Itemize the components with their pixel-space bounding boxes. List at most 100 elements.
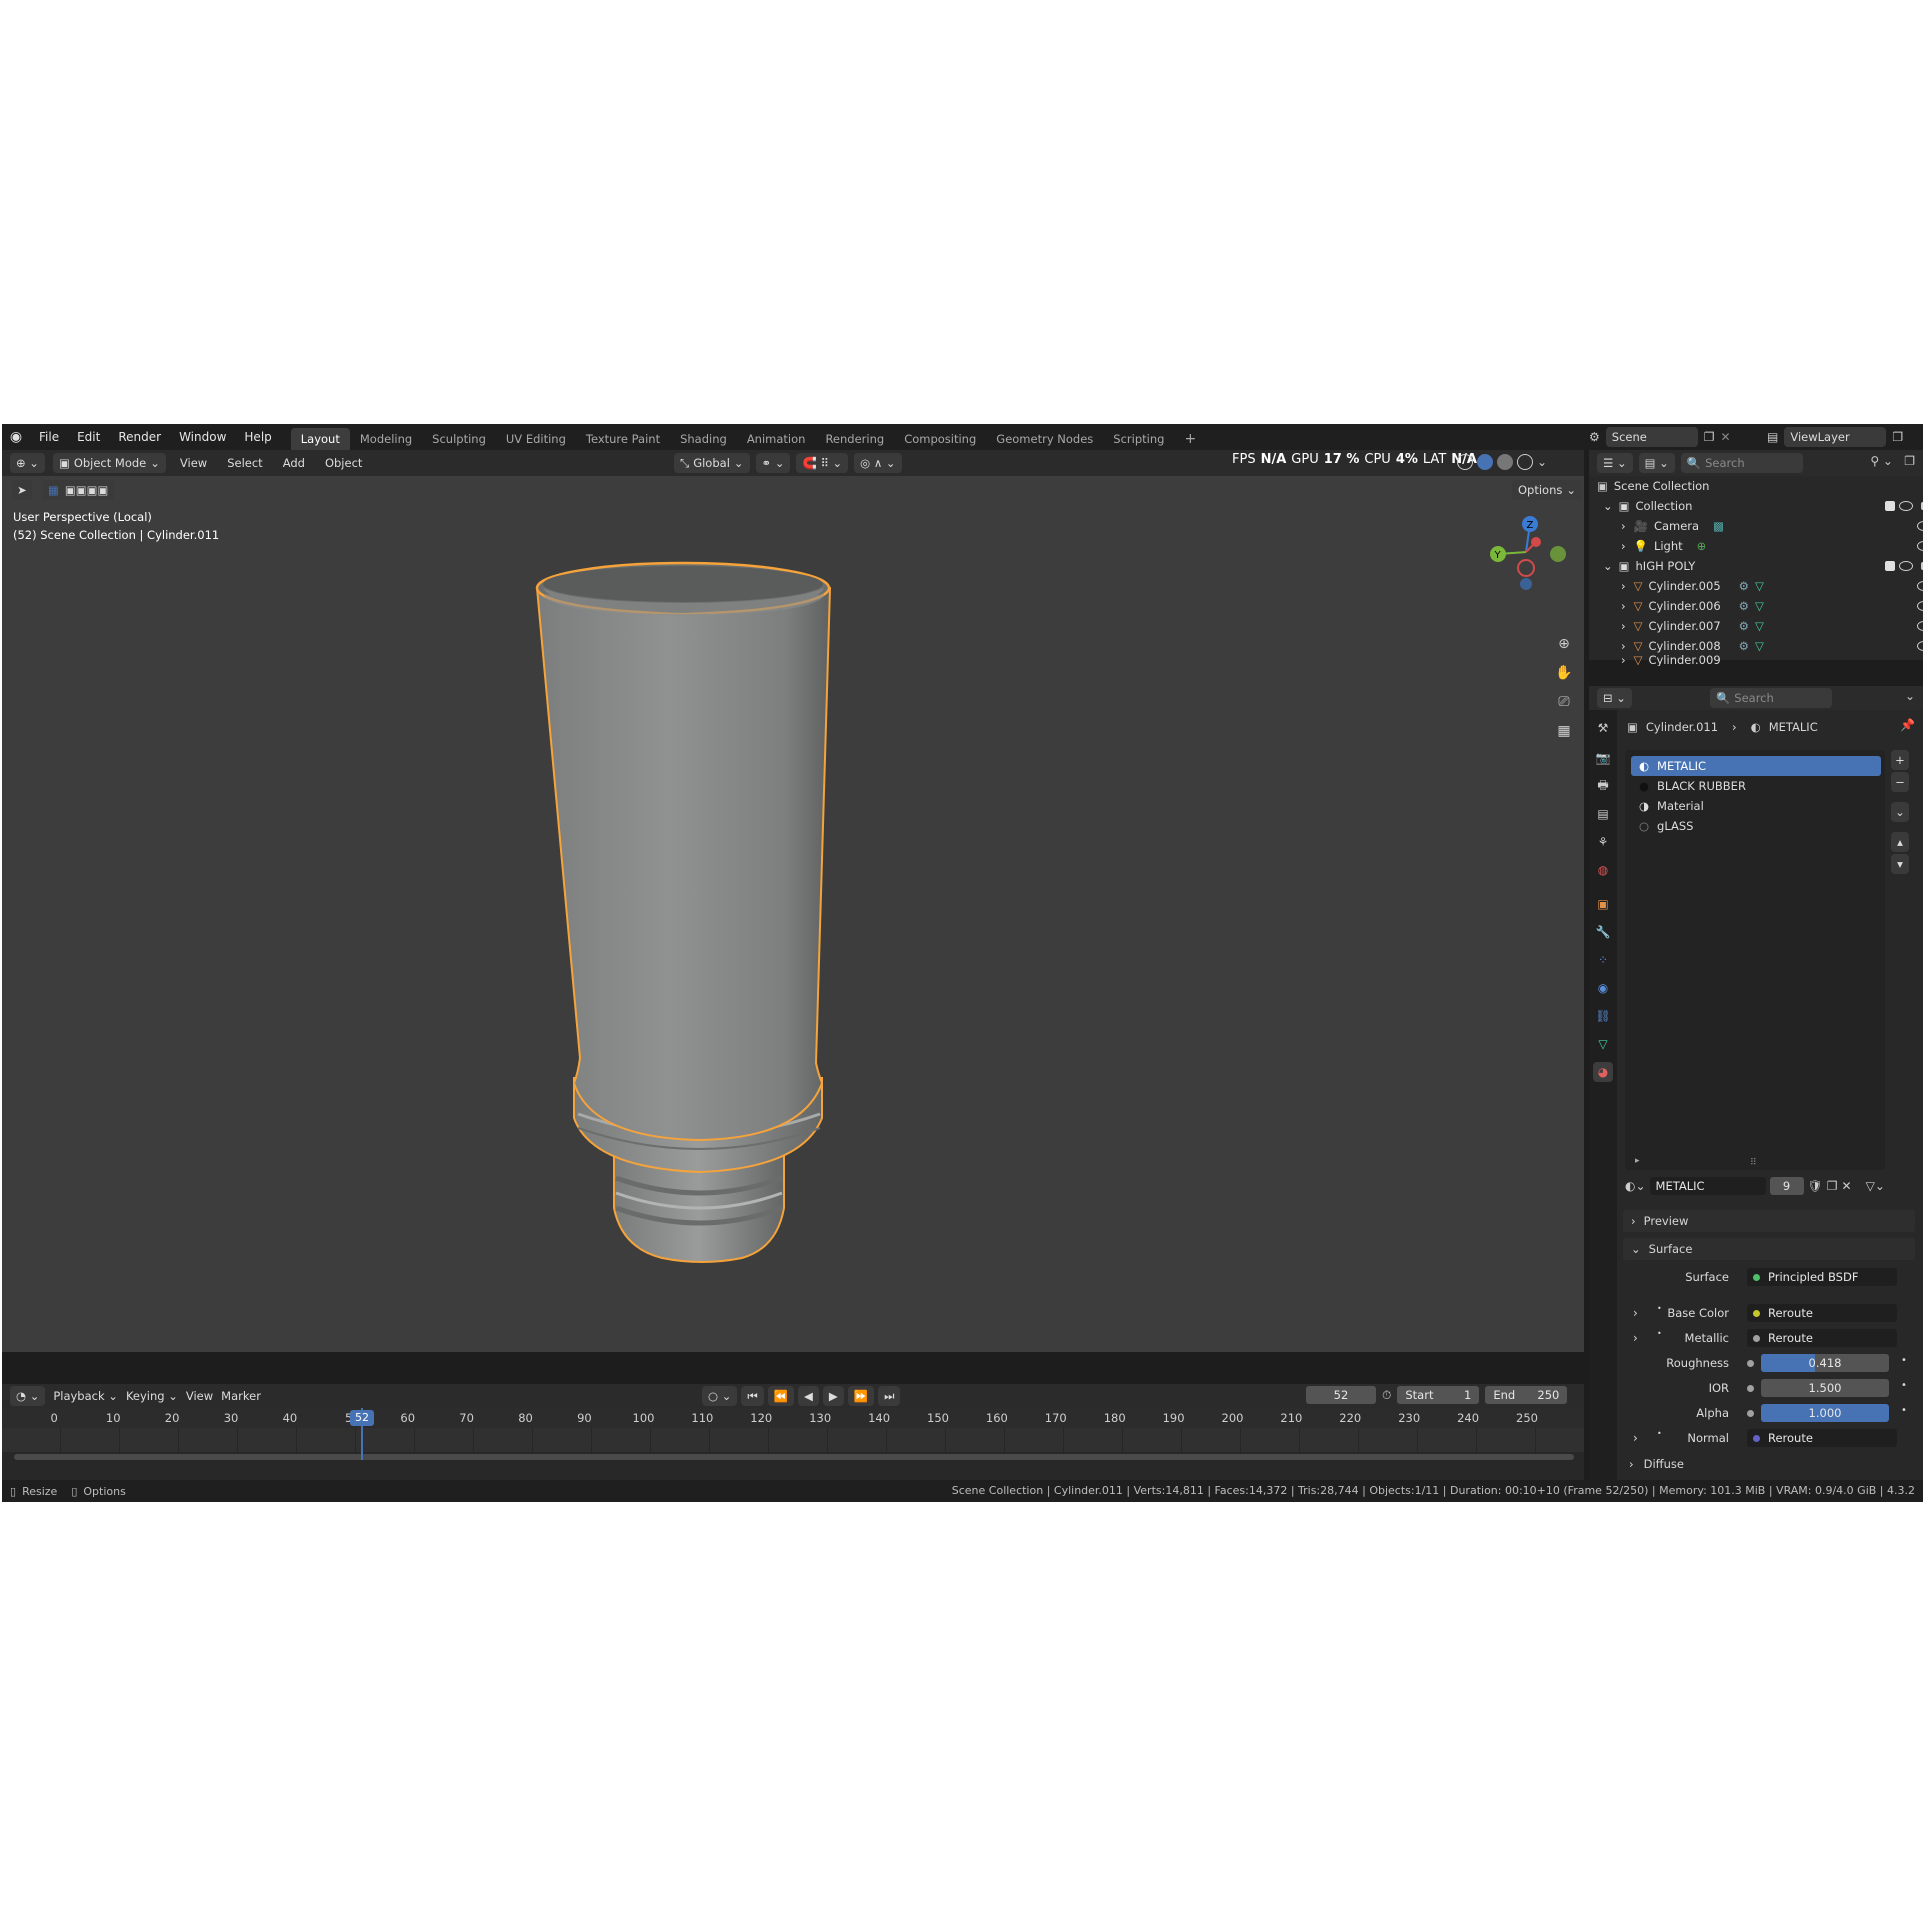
render-camera-icon[interactable] xyxy=(1921,502,1923,510)
expand-chevron-icon[interactable]: › xyxy=(1621,519,1626,533)
start-frame-field[interactable]: Start 1 xyxy=(1397,1386,1480,1404)
tab-sculpting[interactable]: Sculpting xyxy=(422,428,496,450)
roughness-keyframe-dot-icon[interactable]: • xyxy=(1901,1355,1907,1366)
mesh-data-icon[interactable]: ▽ xyxy=(1755,579,1764,593)
stopwatch-icon[interactable]: ⏱ xyxy=(1382,1388,1391,1403)
base-color-field[interactable]: Reroute xyxy=(1747,1304,1897,1322)
modifier-icon[interactable]: ⚙ xyxy=(1739,599,1749,613)
auto-key-icon[interactable]: ○ ⌄ xyxy=(702,1386,738,1406)
options-chevron-icon[interactable]: ⌄ xyxy=(1905,689,1915,703)
outliner-row-camera[interactable]: › 🎥 Camera ▩ xyxy=(1589,516,1923,536)
select-mode-icons[interactable]: ▦ ▣▣▣▣ xyxy=(42,480,115,500)
modifier-tab-icon[interactable]: 🔧 xyxy=(1593,922,1613,942)
zoom-icon[interactable]: ⊕ xyxy=(1552,632,1576,656)
expand-chevron-icon[interactable]: › xyxy=(1621,539,1626,553)
selected-cylinder-mesh[interactable] xyxy=(532,558,902,1278)
proportional-edit-icon[interactable]: ◎ ∧ ⌄ xyxy=(854,453,902,473)
menu-object[interactable]: Object xyxy=(319,456,368,470)
frame-ruler[interactable]: 0 10 20 30 40 5 60 70 80 90 100 110 120 130 140 150 160 1… xyxy=(2,1408,1584,1428)
expand-chevron-icon[interactable]: › xyxy=(1621,654,1626,666)
visibility-eye-icon[interactable] xyxy=(1917,581,1923,591)
mode-dropdown[interactable]: ▣ Object Mode ⌄ xyxy=(52,453,166,473)
constraints-tab-icon[interactable]: ⛓ xyxy=(1593,1006,1613,1026)
alpha-field[interactable]: 1.000 xyxy=(1761,1404,1889,1422)
ior-socket[interactable] xyxy=(1747,1381,1762,1395)
remove-slot-icon[interactable]: − xyxy=(1891,772,1909,792)
view-layer-selector[interactable]: ▤ ViewLayer ❐ xyxy=(1767,427,1903,447)
world-tab-icon[interactable]: ◍ xyxy=(1593,860,1613,880)
outliner-row-high-poly[interactable]: ⌄ ▣ hIGH POLY xyxy=(1589,556,1923,576)
properties-search-input[interactable]: 🔍 Search xyxy=(1709,688,1832,708)
surface-shader-field[interactable]: Principled BSDF xyxy=(1747,1268,1897,1286)
outliner-row-light[interactable]: › 💡 Light ⊕ xyxy=(1589,536,1923,556)
tab-rendering[interactable]: Rendering xyxy=(815,428,894,450)
visibility-eye-icon[interactable] xyxy=(1917,601,1923,611)
blender-logo-icon[interactable]: ◉ xyxy=(2,429,30,445)
perspective-grid-icon[interactable]: ▦ xyxy=(1552,719,1576,743)
menu-render[interactable]: Render xyxy=(109,424,170,450)
tab-modeling[interactable]: Modeling xyxy=(350,428,422,450)
physics-tab-icon[interactable]: ◉ xyxy=(1593,978,1613,998)
fake-user-icon[interactable]: 🛡 xyxy=(1808,1179,1823,1193)
expand-arrow-icon[interactable]: ▸ xyxy=(1635,1156,1640,1166)
unlink-material-icon[interactable]: ✕ xyxy=(1842,1179,1852,1193)
menu-view[interactable]: View xyxy=(174,456,213,470)
menu-edit[interactable]: Edit xyxy=(68,424,109,450)
pan-hand-icon[interactable]: ✋ xyxy=(1552,661,1576,685)
material-slot-material[interactable]: ◑ Material xyxy=(1631,796,1881,816)
expand-chevron-icon[interactable]: › xyxy=(1621,579,1626,593)
3d-viewport[interactable]: ➤ ▦ ▣▣▣▣ Options ⌄ User Perspective (Loca… xyxy=(2,476,1584,1352)
add-workspace-icon[interactable]: + xyxy=(1174,428,1206,450)
modifier-icon[interactable]: ⚙ xyxy=(1739,639,1749,653)
visibility-eye-icon[interactable] xyxy=(1917,541,1923,551)
move-up-icon[interactable]: ▴ xyxy=(1891,832,1909,852)
slot-specials-icon[interactable]: ⌄ xyxy=(1891,802,1909,822)
playhead-frame-indicator[interactable]: 52 xyxy=(350,1410,374,1426)
outliner-scene-collection[interactable]: ▣ Scene Collection xyxy=(1589,476,1923,496)
diffuse-subpanel-header[interactable]: › Diffuse xyxy=(1629,1454,1684,1474)
timeline-area[interactable]: 0 10 20 30 40 5 60 70 80 90 100 110 120 130 140 150 160 1… xyxy=(2,1408,1584,1484)
particles-tab-icon[interactable]: ⁘ xyxy=(1593,950,1613,970)
exclude-checkbox[interactable] xyxy=(1885,561,1895,571)
scene-tab-icon[interactable]: ⚘ xyxy=(1593,832,1613,852)
visibility-eye-icon[interactable] xyxy=(1899,501,1913,511)
menu-file[interactable]: File xyxy=(30,424,68,450)
display-mode-icon[interactable]: ▤ ⌄ xyxy=(1638,453,1675,473)
exclude-checkbox[interactable] xyxy=(1885,501,1895,511)
tab-shading[interactable]: Shading xyxy=(670,428,737,450)
browse-material-icon[interactable]: ◐⌄ xyxy=(1625,1179,1646,1193)
prev-keyframe-icon[interactable]: ⏪ xyxy=(767,1386,795,1406)
mesh-data-icon[interactable]: ▽ xyxy=(1755,599,1764,613)
modifier-icon[interactable]: ⚙ xyxy=(1739,579,1749,593)
material-name-field[interactable]: METALIC xyxy=(1649,1177,1766,1195)
scene-field[interactable]: Scene xyxy=(1605,427,1698,447)
expand-chevron-icon[interactable]: › xyxy=(1621,619,1626,633)
object-tab-icon[interactable]: ▣ xyxy=(1593,894,1613,914)
material-slot-black-rubber[interactable]: ● BLACK RUBBER xyxy=(1631,776,1881,796)
jump-end-icon[interactable]: ⏭ xyxy=(878,1386,901,1406)
rendered-shading-icon[interactable] xyxy=(1517,454,1533,470)
scene-selector[interactable]: ⚙ Scene ❐ ✕ xyxy=(1589,427,1731,447)
pin-icon[interactable]: 📌 xyxy=(1900,718,1915,732)
outliner-editor-type-icon[interactable]: ☰ ⌄ xyxy=(1597,453,1633,473)
new-view-layer-icon[interactable]: ❐ xyxy=(1892,430,1903,444)
render-tab-icon[interactable]: 📷 xyxy=(1593,748,1613,768)
filter-icon[interactable]: ⚲ ⌄ xyxy=(1870,454,1893,468)
mesh-data-icon[interactable]: ▽ xyxy=(1755,639,1764,653)
normal-field[interactable]: Reroute xyxy=(1747,1429,1897,1447)
camera-data-icon[interactable]: ▩ xyxy=(1713,519,1724,533)
outliner-row-cylinder-009[interactable]: › ▽ Cylinder.009 xyxy=(1589,654,1923,666)
transform-orientation-dropdown[interactable]: ⤡ Global ⌄ xyxy=(674,453,750,473)
surface-panel-header[interactable]: ⌄ Surface xyxy=(1623,1238,1915,1260)
camera-view-icon[interactable]: ⎚ xyxy=(1552,690,1576,714)
roughness-field[interactable]: 0.418 xyxy=(1761,1354,1889,1372)
expand-chevron-icon[interactable]: ⌄ xyxy=(1603,559,1613,573)
outliner-row-cylinder-008[interactable]: › ▽ Cylinder.008 ⚙ ▽ xyxy=(1589,636,1923,656)
outliner-search-input[interactable]: 🔍 Search xyxy=(1680,453,1803,473)
shading-options-icon[interactable]: ⌄ xyxy=(1537,455,1547,469)
snap-icon[interactable]: 🧲 ⠿ ⌄ xyxy=(796,453,849,473)
expand-chevron-icon[interactable]: › xyxy=(1621,599,1626,613)
outliner-row-cylinder-006[interactable]: › ▽ Cylinder.006 ⚙ ▽ xyxy=(1589,596,1923,616)
remove-scene-icon[interactable]: ✕ xyxy=(1721,430,1731,444)
node-link-icon[interactable]: ▽⌄ xyxy=(1866,1179,1885,1193)
